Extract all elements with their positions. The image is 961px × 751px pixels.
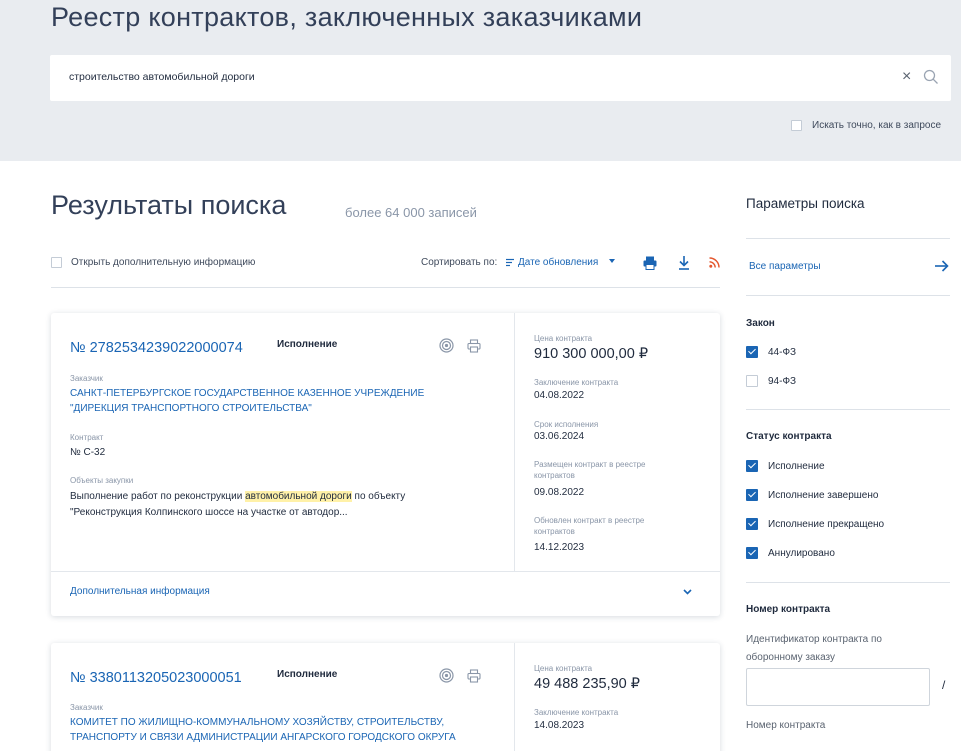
customer-label: Заказчик [70, 374, 103, 383]
status-option-label: Аннулировано [768, 547, 835, 559]
sort-label: Сортировать по: [421, 257, 498, 268]
status-checkbox[interactable] [746, 518, 758, 530]
status-option-completed[interactable]: Исполнение завершено [746, 489, 878, 501]
price-label: Цена контракта [534, 334, 593, 343]
placed-label: Размещен контракт в реестре [534, 460, 646, 469]
updated-label-line2: контрактов [534, 527, 575, 536]
objects-text: Выполнение работ по реконструкции автомо… [70, 490, 405, 504]
page-title: Реестр контрактов, заключенных заказчика… [51, 2, 643, 32]
objects-label: Объекты закупки [70, 476, 134, 485]
search-input[interactable]: строительство автомобильной дороги × [50, 55, 951, 101]
separator-slash: / [942, 678, 946, 692]
number-heading: Номер контракта [746, 604, 831, 615]
sidebar-divider [746, 295, 950, 296]
objects-text-start: Выполнение работ по реконструкции [70, 491, 246, 502]
status-option-label: Исполнение прекращено [768, 518, 885, 530]
status-checkbox[interactable] [746, 460, 758, 472]
price-label: Цена контракта [534, 664, 593, 673]
chevron-down-icon[interactable] [683, 589, 692, 595]
all-params-link[interactable]: Все параметры [749, 261, 821, 272]
contract-price: 910 300 000,00 ₽ [534, 346, 649, 362]
search-params-title: Параметры поиска [746, 196, 865, 211]
status-option-terminated[interactable]: Исполнение прекращено [746, 518, 884, 530]
results-title: Результаты поиска [51, 190, 287, 220]
exact-search-checkbox[interactable] [791, 119, 802, 131]
chevron-down-icon[interactable] [609, 259, 615, 263]
exact-search-label: Искать точно, как в запросе [812, 119, 941, 131]
law-checkbox-44fz[interactable] [746, 346, 758, 358]
customer-label: Заказчик [70, 703, 103, 712]
defense-id-label: Идентификатор контракта по оборонному за… [746, 634, 882, 663]
status-option-execution[interactable]: Исполнение [746, 460, 825, 472]
law-heading: Закон [746, 318, 775, 329]
search-query: строительство автомобильной дороги [69, 71, 255, 83]
sidebar-divider [746, 238, 950, 239]
contract-price: 49 488 235,90 ₽ [534, 676, 640, 692]
contract-number-label: Номер контракта [746, 720, 826, 731]
status-heading: Статус контракта [746, 431, 832, 442]
status-option-cancelled[interactable]: Аннулировано [746, 547, 835, 559]
status-checkbox[interactable] [746, 489, 758, 501]
term-date: 03.06.2024 [534, 431, 585, 442]
updated-date: 14.12.2023 [534, 542, 585, 553]
status-option-label: Исполнение [768, 460, 825, 472]
sidebar-divider [746, 409, 950, 410]
search-icon[interactable] [923, 69, 939, 85]
law-checkbox-94fz[interactable] [746, 375, 758, 387]
contract-number-link[interactable]: № 3380113205023000051 [70, 670, 242, 686]
download-icon[interactable] [678, 256, 690, 270]
results-divider [51, 287, 720, 288]
placed-label-line2: контрактов [534, 471, 575, 480]
term-label: Срок исполнения [534, 420, 599, 429]
contract-label: Контракт [70, 433, 104, 442]
target-icon[interactable] [439, 338, 454, 353]
results-count: более 64 000 записей [345, 205, 477, 220]
conclusion-label: Заключение контракта [534, 378, 619, 387]
printer-icon[interactable] [467, 339, 481, 353]
placed-date: 09.08.2022 [534, 487, 585, 498]
printer-icon[interactable] [467, 669, 481, 683]
conclusion-date: 14.08.2023 [534, 720, 585, 731]
conclusion-date: 04.08.2022 [534, 390, 585, 401]
law-option-94fz[interactable]: 94-ФЗ [746, 375, 796, 387]
law-option-label: 44-ФЗ [768, 346, 797, 358]
objects-text-line2: "Реконструкция Колпинского шоссе на учас… [70, 507, 348, 518]
law-option-label: 94-ФЗ [768, 375, 797, 387]
close-icon[interactable]: × [902, 67, 916, 87]
target-icon[interactable] [439, 668, 454, 683]
open-additional-info-checkbox[interactable] [51, 257, 62, 268]
customer-link[interactable]: КОМИТЕТ ПО ЖИЛИЩНО-КОММУНАЛЬНОМУ ХОЗЯЙСТ… [70, 716, 444, 730]
objects-text-end: по объекту [351, 491, 406, 502]
open-additional-info-option[interactable]: Открыть дополнительную информацию [51, 257, 255, 268]
defense-id-input[interactable] [746, 668, 930, 706]
card-divider [514, 643, 515, 751]
updated-label: Обновлен контракт в реестре [534, 516, 645, 525]
arrow-right-icon[interactable] [935, 260, 949, 272]
contract-number-link[interactable]: № 2782534239022000074 [70, 340, 243, 356]
search-highlight: автомобильной дороги [245, 491, 352, 502]
rss-icon[interactable] [709, 257, 720, 268]
contract-card: № 2782534239022000074 Исполнение Заказчи… [51, 313, 720, 616]
status-option-label: Исполнение завершено [768, 489, 879, 501]
card-divider [514, 313, 515, 571]
status-checkbox[interactable] [746, 547, 758, 559]
status-badge: Исполнение [277, 669, 338, 680]
additional-info-toggle[interactable]: Дополнительная информация [70, 586, 210, 597]
law-option-44fz[interactable]: 44-ФЗ [746, 346, 796, 358]
open-additional-info-label: Открыть дополнительную информацию [71, 257, 256, 268]
exact-search-option[interactable]: Искать точно, как в запросе [791, 118, 941, 132]
customer-link-line2[interactable]: "ДИРЕКЦИЯ ТРАНСПОРТНОГО СТРОИТЕЛЬСТВА" [70, 402, 312, 416]
customer-link[interactable]: САНКТ-ПЕТЕРБУРГСКОЕ ГОСУДАРСТВЕННОЕ КАЗЕ… [70, 387, 424, 401]
conclusion-label: Заключение контракта [534, 708, 619, 717]
status-badge: Исполнение [277, 339, 338, 350]
sort-icon[interactable] [506, 258, 514, 267]
contract-value: № С-32 [70, 447, 106, 458]
sort-dropdown[interactable]: Дате обновления [518, 257, 598, 268]
customer-link-line2[interactable]: ТРАНСПОРТУ И СВЯЗИ АДМИНИСТРАЦИИ АНГАРСК… [70, 731, 456, 745]
printer-icon[interactable] [643, 256, 657, 270]
contract-card: № 3380113205023000051 Исполнение Заказчи… [51, 643, 720, 751]
sidebar-divider [746, 582, 950, 583]
card-footer-divider [51, 571, 720, 572]
